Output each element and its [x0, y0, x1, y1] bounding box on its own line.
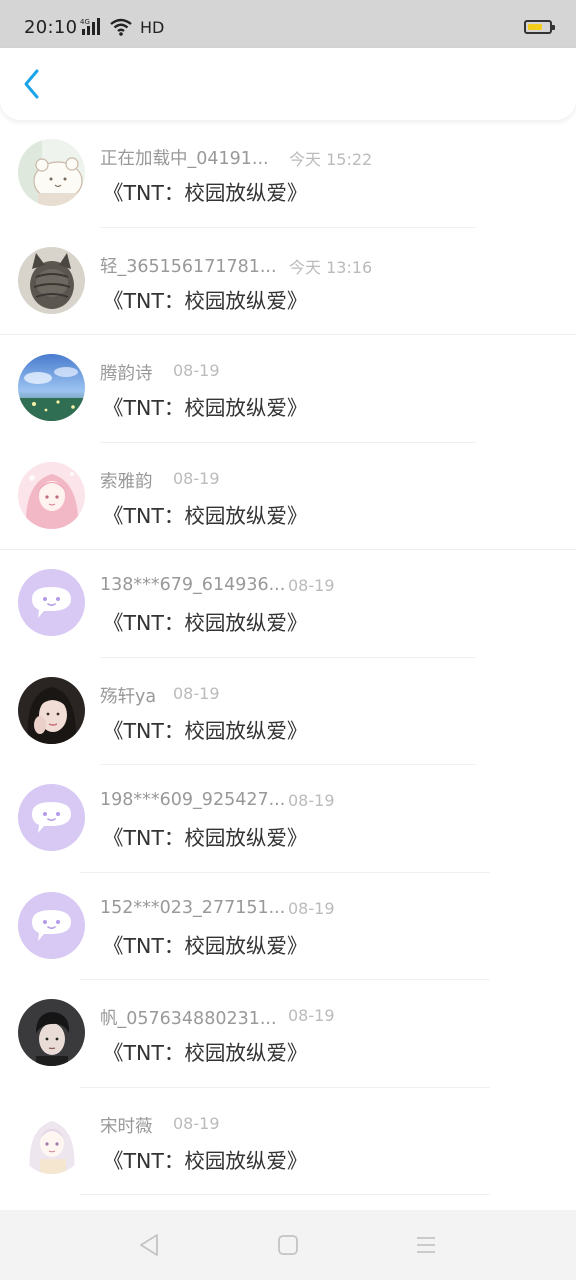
item-username: 138***679_614936... [100, 575, 286, 595]
battery-icon [524, 20, 555, 34]
wifi-icon [110, 18, 132, 36]
item-username: 帆_057634880231... [100, 1009, 277, 1029]
divider [80, 1194, 490, 1195]
item-timestamp: 08-19 [288, 898, 335, 918]
item-timestamp: 08-19 [173, 683, 220, 703]
avatar-default-chat[interactable] [18, 569, 85, 636]
signal-icon: 4G [80, 18, 100, 35]
avatar-cat-photo[interactable] [18, 246, 85, 314]
item-timestamp: 今天 15:22 [289, 150, 373, 169]
item-book-title: 《TNT：校园放纵爱》 [103, 1041, 308, 1065]
square-home-icon [278, 1235, 298, 1255]
item-book-title: 《TNT：校园放纵爱》 [103, 288, 308, 313]
avatar-anime-girl-pink[interactable] [18, 461, 85, 529]
network-type: 4G [80, 18, 90, 26]
item-timestamp: 08-19 [173, 361, 220, 380]
back-button[interactable] [14, 66, 50, 102]
item-book-title: 《TNT：校园放纵爱》 [103, 181, 308, 205]
triangle-back-icon [140, 1234, 158, 1256]
item-book-title: 《TNT：校园放纵爱》 [103, 1148, 308, 1173]
battery-fill [528, 24, 542, 30]
reader-list[interactable]: 正在加载中_04191... 今天 15:22 《TNT：校园放纵爱》 轻_3651… [0, 120, 576, 1210]
list-item[interactable]: 138***679_614936... 08-19 《TNT：校园放纵爱》 [0, 550, 576, 658]
menu-lines-icon [417, 1237, 435, 1253]
avatar-anime-girl-white[interactable] [18, 1106, 85, 1174]
list-item[interactable]: 腾韵诗 08-19 《TNT：校园放纵爱》 [0, 335, 576, 443]
chevron-left-icon [24, 69, 39, 99]
nav-back-button[interactable] [134, 1230, 164, 1260]
avatar-boy-photo[interactable] [18, 999, 85, 1066]
item-book-title: 《TNT：校园放纵爱》 [103, 503, 308, 528]
avatar-anime-scenery[interactable] [18, 354, 85, 421]
avatar-default-chat[interactable] [18, 784, 85, 851]
item-timestamp: 今天 13:16 [289, 257, 373, 277]
item-username: 轻_365156171781... [100, 256, 277, 277]
item-username: 198***609_925427... [100, 790, 286, 810]
status-time: 20:10 [24, 17, 78, 38]
list-item[interactable]: 索雅韵 08-19 《TNT：校园放纵爱》 [0, 443, 576, 550]
list-item[interactable]: 正在加载中_04191... 今天 15:22 《TNT：校园放纵爱》 [0, 120, 576, 228]
item-username: 正在加载中_04191... [100, 149, 269, 169]
status-bar: 20:10 4G HD [0, 0, 576, 48]
list-item[interactable]: 轻_365156171781... 今天 13:16 《TNT：校园放纵爱》 [0, 228, 576, 335]
system-nav-bar [0, 1210, 576, 1280]
item-username: 殇轩ya [100, 686, 157, 707]
status-icons: 4G HD [80, 16, 164, 38]
item-username: 腾韵诗 [100, 364, 153, 384]
item-username: 152***023_277151... [100, 897, 286, 918]
list-item[interactable]: 宋时薇 08-19 《TNT：校园放纵爱》 [0, 1088, 576, 1195]
item-book-title: 《TNT：校园放纵爱》 [103, 933, 308, 958]
item-timestamp: 08-19 [288, 791, 335, 810]
item-book-title: 《TNT：校园放纵爱》 [103, 826, 308, 850]
app-header [0, 48, 576, 120]
avatar-cartoon-bear[interactable] [18, 139, 85, 206]
item-timestamp: 08-19 [288, 1006, 335, 1025]
avatar-girl-photo[interactable] [18, 676, 85, 744]
nav-home-button[interactable] [273, 1230, 303, 1260]
item-book-title: 《TNT：校园放纵爱》 [103, 718, 308, 743]
item-book-title: 《TNT：校园放纵爱》 [103, 611, 308, 635]
avatar-default-chat[interactable] [18, 891, 85, 959]
item-timestamp: 08-19 [173, 1113, 220, 1133]
list-item[interactable]: 198***609_925427... 08-19 《TNT：校园放纵爱》 [0, 765, 576, 873]
list-item[interactable]: 帆_057634880231... 08-19 《TNT：校园放纵爱》 [0, 980, 576, 1088]
item-username: 宋时薇 [100, 1116, 153, 1137]
item-timestamp: 08-19 [173, 468, 220, 488]
list-item[interactable]: 殇轩ya 08-19 《TNT：校园放纵爱》 [0, 658, 576, 765]
item-book-title: 《TNT：校园放纵爱》 [103, 396, 308, 420]
list-item[interactable]: 152***023_277151... 08-19 《TNT：校园放纵爱》 [0, 873, 576, 980]
nav-menu-button[interactable] [411, 1230, 441, 1260]
hd-label: HD [140, 17, 165, 37]
item-username: 索雅韵 [100, 471, 153, 492]
item-timestamp: 08-19 [288, 576, 335, 595]
